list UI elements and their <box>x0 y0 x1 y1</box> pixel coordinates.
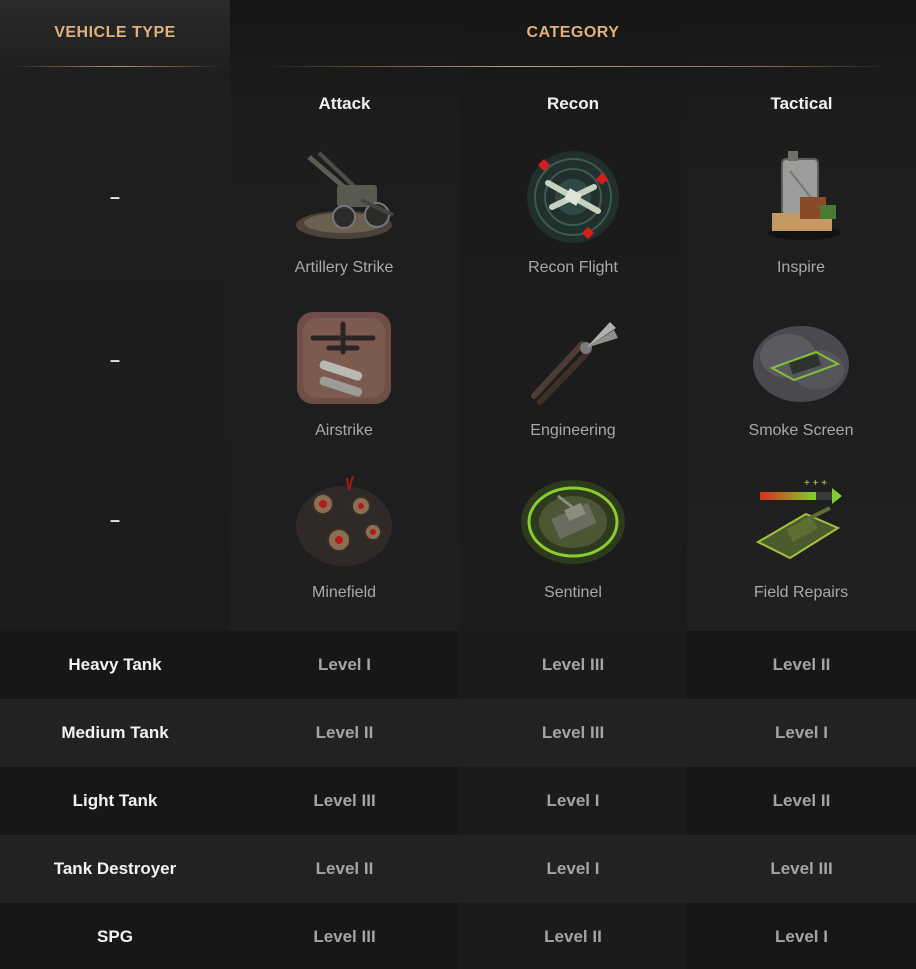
radar-tank-icon <box>518 470 628 570</box>
attack-level-cell: Level III <box>313 927 376 946</box>
tactical-level-cell: Level I <box>775 723 828 742</box>
consumable-name: Airstrike <box>315 422 373 439</box>
recon-level-cell: Level III <box>541 723 605 742</box>
vehicle-type-placeholder: – <box>109 509 120 530</box>
consumable-artillery-strike[interactable]: Artillery Strike <box>230 145 458 277</box>
attack-level-cell: Level II <box>315 859 374 878</box>
consumable-sentinel[interactable]: Sentinel <box>459 470 687 602</box>
table-row: Tank Destroyer Level II Level I Level II… <box>0 835 916 903</box>
category-tactical: Tactical <box>770 94 833 113</box>
category-attack: Attack <box>318 94 371 113</box>
smoke-icon <box>746 308 856 408</box>
repair-tank-icon: + + + <box>746 470 856 570</box>
consumables-table: VEHICLE TYPE CATEGORY Attack Recon Tacti… <box>0 0 916 969</box>
mines-icon <box>289 470 399 570</box>
table-row: Medium Tank Level II Level III Level I <box>0 699 916 767</box>
bomber-icon <box>289 308 399 408</box>
vehicle-type-cell: SPG <box>97 927 133 946</box>
consumable-name: Field Repairs <box>753 584 849 601</box>
consumable-airstrike[interactable]: Airstrike <box>230 308 458 440</box>
vehicle-type-placeholder: – <box>109 349 120 370</box>
vehicle-type-cell: Tank Destroyer <box>53 859 177 878</box>
category-recon: Recon <box>547 94 599 113</box>
vehicle-type-cell: Medium Tank <box>61 723 169 742</box>
pliers-icon <box>518 308 628 408</box>
header-divider <box>260 66 890 67</box>
recon-level-cell: Level II <box>544 927 602 946</box>
attack-level-cell: Level I <box>318 655 371 674</box>
consumable-field-repairs[interactable]: + + + Field Repairs <box>687 470 915 602</box>
table-row: Heavy Tank Level I Level III Level II <box>0 631 916 699</box>
table-row: Light Tank Level III Level I Level II <box>0 767 916 835</box>
tactical-level-cell: Level I <box>775 927 828 946</box>
vehicle-type-column <box>0 0 230 631</box>
recon-plane-icon <box>518 145 628 245</box>
vehicle-type-cell: Heavy Tank <box>68 655 162 674</box>
consumable-engineering[interactable]: Engineering <box>459 308 687 440</box>
vehicle-type-cell: Light Tank <box>72 791 158 810</box>
svg-text:+ + +: + + + <box>804 478 827 489</box>
tactical-level-cell: Level II <box>772 791 831 810</box>
header-divider <box>10 66 225 67</box>
consumable-name: Artillery Strike <box>294 259 394 276</box>
recon-level-cell: Level III <box>541 655 605 674</box>
artillery-icon <box>289 145 399 245</box>
tactical-level-cell: Level II <box>772 655 831 674</box>
attack-level-cell: Level II <box>315 723 374 742</box>
consumable-name: Smoke Screen <box>748 422 854 439</box>
consumable-name: Sentinel <box>544 584 602 601</box>
consumable-recon-flight[interactable]: Recon Flight <box>459 145 687 277</box>
consumable-name: Recon Flight <box>528 259 618 276</box>
recon-level-cell: Level I <box>546 859 600 878</box>
vehicle-type-header: VEHICLE TYPE <box>54 24 176 41</box>
supplies-icon <box>746 145 856 245</box>
recon-level-cell: Level I <box>546 791 600 810</box>
tactical-level-cell: Level III <box>770 859 833 878</box>
table-row: SPG Level III Level II Level I <box>0 903 916 969</box>
consumable-smoke-screen[interactable]: Smoke Screen <box>687 308 915 440</box>
consumable-minefield[interactable]: Minefield <box>230 470 458 602</box>
consumable-name: Engineering <box>530 422 616 439</box>
consumable-name: Inspire <box>776 259 826 276</box>
attack-level-cell: Level III <box>313 791 376 810</box>
consumable-inspire[interactable]: Inspire <box>687 145 915 277</box>
consumable-name: Minefield <box>311 584 377 601</box>
vehicle-type-placeholder: – <box>109 186 120 207</box>
category-header: CATEGORY <box>526 24 620 41</box>
